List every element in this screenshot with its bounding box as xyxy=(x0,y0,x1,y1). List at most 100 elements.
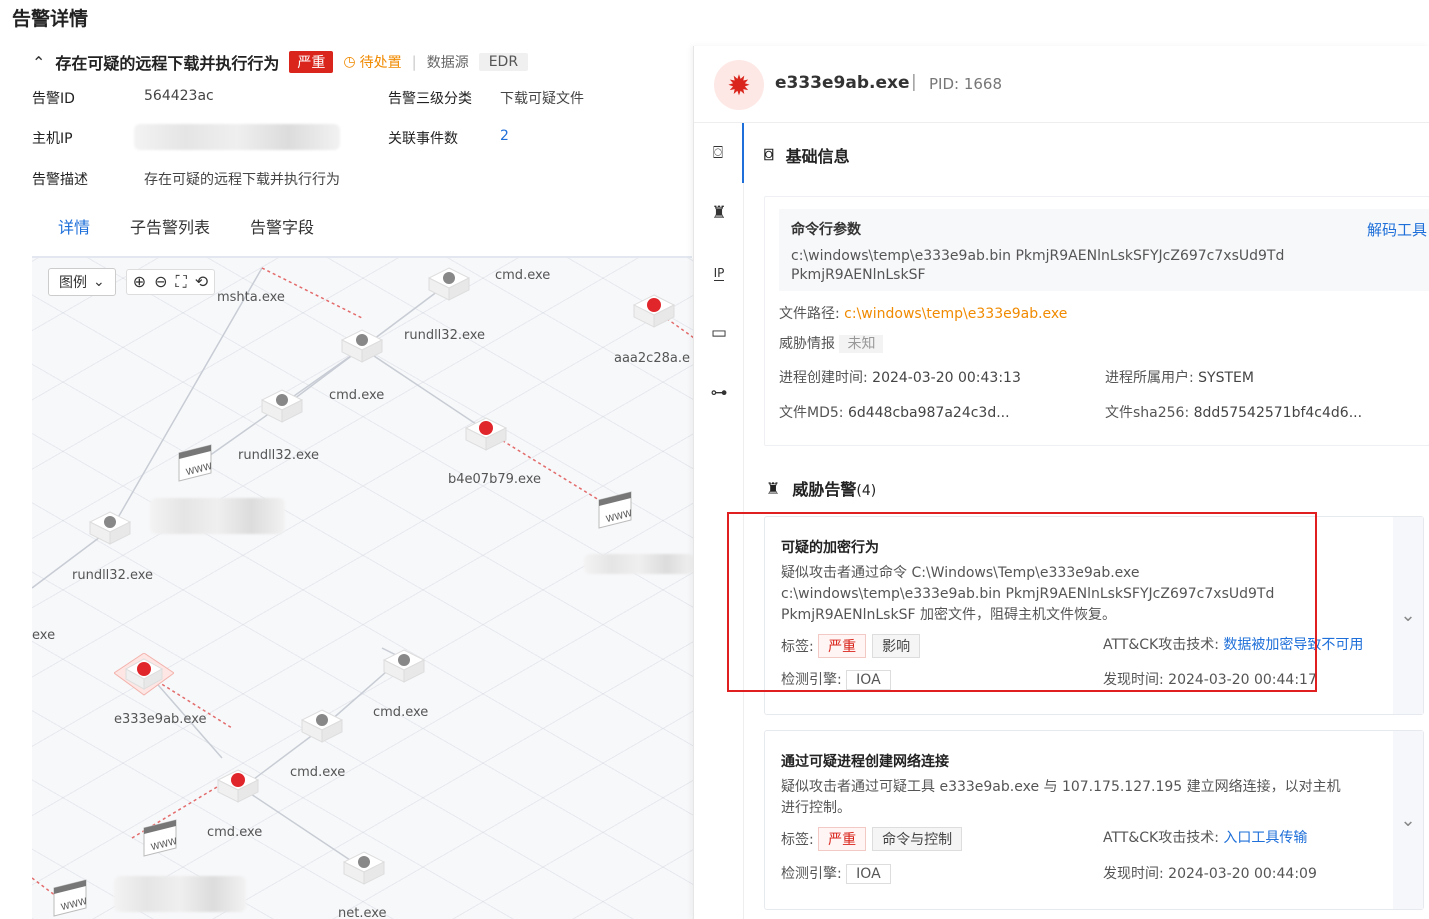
node-label: cmd.exe xyxy=(373,705,429,720)
user-row: 进程所属用户: SYSTEM xyxy=(1105,370,1254,386)
desc: 存在可疑的远程下载并执行行为 xyxy=(144,172,340,188)
node-label: aaa2c28a.e xyxy=(614,351,690,366)
gear-node-icon xyxy=(382,649,426,683)
expand-chevron-icon[interactable]: ⌄ xyxy=(1393,731,1423,909)
node-label: mshta.exe xyxy=(217,290,285,305)
source-label: 数据源 xyxy=(426,55,469,71)
node-aaa2c28a[interactable] xyxy=(632,293,676,329)
card-title: 通过可疑进程创建网络连接 xyxy=(781,754,949,770)
node-www[interactable]: WWW xyxy=(177,443,213,487)
www-node-icon: WWW xyxy=(598,491,633,529)
class3: 下载可疑文件 xyxy=(500,91,584,107)
www-node-icon: WWW xyxy=(178,444,213,482)
node-www[interactable]: WWW xyxy=(142,818,178,862)
severity-badge: 严重 xyxy=(289,51,334,73)
node-rundll32[interactable] xyxy=(88,510,132,546)
node-label: cmd.exe xyxy=(207,825,263,840)
file-path[interactable]: c:\windows\temp\e333e9ab.exe xyxy=(844,306,1067,322)
class3-label: 告警三级分类 xyxy=(388,91,472,107)
highlight-box xyxy=(727,512,1317,692)
nav-files[interactable]: ▭ xyxy=(694,303,744,363)
collapse-icon[interactable]: ⌃ xyxy=(32,53,45,72)
alarm-icon: ♜ xyxy=(766,478,781,498)
tag-severity: 严重 xyxy=(818,827,867,851)
node-cmd[interactable] xyxy=(382,648,426,684)
host-ip-label: 主机IP xyxy=(32,131,73,147)
divider: | xyxy=(411,53,417,71)
tab-alert-fields[interactable]: 告警字段 xyxy=(236,206,340,256)
chevron-down-icon: ⌄ xyxy=(93,274,105,290)
node-label: rundll32.exe xyxy=(238,448,320,463)
robot-icon: ⌼ xyxy=(764,145,774,164)
page-title: 告警详情 xyxy=(12,8,89,30)
gear-node-icon xyxy=(342,851,386,885)
expand-chevron-icon[interactable]: ⌄ xyxy=(1393,517,1423,714)
md5-row: 文件MD5: 6d448cba987a24c3d... xyxy=(779,405,1010,421)
host-ip-redacted xyxy=(134,124,340,150)
node-label: cmd.exe xyxy=(329,388,385,403)
www-node-icon: WWW xyxy=(143,819,178,857)
gear-node-icon xyxy=(88,511,132,545)
nav-basic-info[interactable]: ⌼ xyxy=(694,123,744,183)
card-found-time: 发现时间: 2024-03-20 00:44:09 xyxy=(1103,866,1317,882)
decode-tool-link[interactable]: 解码工具 xyxy=(1367,219,1427,240)
node-www[interactable]: WWW xyxy=(597,490,633,534)
cmd-label: 命令行参数 xyxy=(791,222,861,238)
folder-icon: ▭ xyxy=(710,323,728,343)
malicious-node-icon xyxy=(632,294,676,328)
related-label: 关联事件数 xyxy=(388,131,458,147)
cmd-text: c:\windows\temp\e333e9ab.bin PkmjR9AENln… xyxy=(791,248,1285,283)
reset-view-icon[interactable]: ⟲ xyxy=(195,272,208,292)
node-e333e9ab-selected[interactable] xyxy=(113,652,175,699)
card-attck: ATT&CK攻击技术: 入口工具传输 xyxy=(1103,830,1308,846)
www-node-icon: WWW xyxy=(53,879,88,917)
node-b4e07b79[interactable] xyxy=(464,416,508,452)
process-graph[interactable]: 图例 ⌄ ⊕ ⊖ ⛶ ⟲ cmd.exe mshta.exe aaa2c28a.e… xyxy=(32,258,694,919)
threat-card[interactable]: 通过可疑进程创建网络连接 疑似攻击者通过可疑工具 e333e9ab.exe 与 … xyxy=(764,730,1424,910)
node-cmd[interactable] xyxy=(300,708,344,744)
clock-icon: ◷ xyxy=(343,54,356,70)
node-label: cmd.exe xyxy=(290,765,346,780)
tab-bar: 详情 子告警列表 告警字段 xyxy=(32,206,692,264)
zoom-out-icon[interactable]: ⊖ xyxy=(154,272,167,292)
tag: 命令与控制 xyxy=(872,827,963,851)
redacted-label xyxy=(114,876,246,912)
legend-dropdown[interactable]: 图例 ⌄ xyxy=(48,268,116,296)
tab-sub-alerts[interactable]: 子告警列表 xyxy=(116,206,236,256)
node-www[interactable]: WWW xyxy=(52,878,88,919)
node-cmd[interactable] xyxy=(260,388,304,424)
basic-info-title: ⌼ 基础信息 xyxy=(764,145,850,166)
node-malicious[interactable] xyxy=(216,768,260,804)
nav-alerts[interactable]: ♜ xyxy=(694,183,744,243)
related-count-link[interactable]: 2 xyxy=(500,128,509,144)
ip-icon: IP xyxy=(713,265,725,281)
node-cmd[interactable] xyxy=(427,266,471,302)
gear-node-icon xyxy=(300,709,344,743)
gear-node-icon xyxy=(427,267,471,301)
node-net[interactable] xyxy=(342,850,386,886)
node-label: cmd.exe xyxy=(495,268,551,283)
tab-details[interactable]: 详情 xyxy=(32,206,117,264)
robot-icon: ⌼ xyxy=(712,143,724,163)
desc-label: 告警描述 xyxy=(32,172,88,188)
alarm-icon: ♜ xyxy=(711,203,727,223)
panel-header: ✹ e333e9ab.exe | PID: 1668 xyxy=(694,46,1429,123)
card-tags: 标签: 严重 命令与控制 xyxy=(781,827,968,851)
fit-screen-icon[interactable]: ⛶ xyxy=(176,272,187,292)
node-rundll32[interactable] xyxy=(340,328,384,364)
nav-tree[interactable]: ⊶ xyxy=(694,363,744,423)
malicious-node-icon xyxy=(113,652,175,696)
divider: | xyxy=(911,72,917,92)
intel-badge: 未知 xyxy=(839,335,884,353)
redacted-label xyxy=(584,554,694,574)
basic-info-box: 命令行参数 解码工具 c:\windows\temp\e333e9ab.bin … xyxy=(764,196,1429,446)
node-label: net.exe xyxy=(338,906,387,919)
node-label: rundll32.exe xyxy=(404,328,486,343)
nav-ip[interactable]: IP xyxy=(694,243,744,303)
gear-node-icon xyxy=(340,329,384,363)
attck-link[interactable]: 入口工具传输 xyxy=(1223,830,1307,846)
threat-alerts-title: ♜ 威胁告警(4) xyxy=(766,478,877,500)
zoom-in-icon[interactable]: ⊕ xyxy=(133,272,146,292)
node-label: exe xyxy=(32,628,56,643)
node-label: e333e9ab.exe xyxy=(114,712,207,727)
